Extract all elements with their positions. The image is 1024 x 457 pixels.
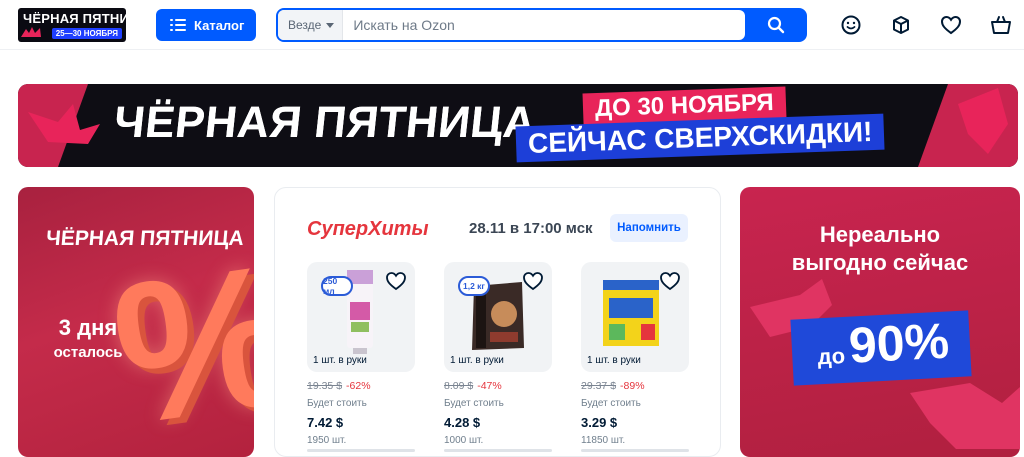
stock-bar: [581, 449, 689, 452]
product-card[interactable]: 250 мл 1 шт. в руки 19.35 $ -62% Будет ст…: [307, 262, 415, 452]
discount-prefix: до: [816, 343, 846, 370]
will-cost-label: Будет стоить: [307, 398, 367, 409]
volume-badge: 250 мл: [321, 276, 353, 296]
product-card[interactable]: 1,2 кг 1 шт. в руки 8.09 $ -47% Будет сто…: [444, 262, 552, 452]
promo-headline-line2: выгодно сейчас: [791, 250, 969, 275]
stock-quantity: 11850 шт.: [581, 435, 626, 446]
discount: -47%: [477, 380, 502, 392]
menu-icon: [170, 19, 186, 31]
sale-price: 3.29 $: [581, 415, 618, 430]
stock-quantity: 1000 шт.: [444, 435, 484, 446]
search-scope-label: Везде: [288, 18, 322, 32]
superhits-card: СуперХиты 28.11 в 17:00 мск Напомнить 25…: [274, 187, 721, 457]
discount: -89%: [620, 380, 645, 392]
sale-price: 7.42 $: [307, 415, 344, 430]
chevron-down-icon: [326, 22, 335, 28]
heart-icon: [940, 15, 962, 35]
stock-bar: [444, 449, 552, 452]
countdown-promo-card[interactable]: ЧЁРНАЯ ПЯТНИЦА % 3 дня осталось: [18, 187, 254, 457]
old-price: 8.09 $: [444, 380, 474, 392]
logo-title: ЧЁРНАЯ ПЯТНИЦА: [23, 11, 126, 26]
promo-headline-line1: Нереально: [819, 222, 941, 247]
weight-badge: 1,2 кг: [458, 276, 490, 296]
sale-promo-card[interactable]: Нереально выгодно сейчас до 90%: [740, 187, 1020, 457]
discount-text: до 90%: [797, 311, 970, 378]
purchase-limit: 1 шт. в руки: [587, 355, 641, 366]
heart-icon[interactable]: [522, 270, 544, 292]
will-cost-label: Будет стоить: [444, 398, 504, 409]
stock-bar: [307, 449, 415, 452]
heart-icon[interactable]: [659, 270, 681, 292]
superhits-logo: СуперХиты: [307, 218, 429, 240]
purchase-limit: 1 шт. в руки: [450, 355, 504, 366]
will-cost-label: Будет стоить: [581, 398, 641, 409]
cart-button[interactable]: [988, 12, 1014, 38]
superhits-start-time: 28.11 в 17:00 мск: [469, 220, 593, 237]
purchase-limit: 1 шт. в руки: [313, 355, 367, 366]
promo-headline: Нереально выгодно сейчас: [740, 221, 1020, 277]
price-row: 29.37 $ -89%: [581, 380, 689, 392]
heart-icon[interactable]: [385, 270, 407, 292]
price-row: 19.35 $ -62%: [307, 380, 415, 392]
cart-icon: [991, 16, 1011, 34]
product-image: 250 мл 1 шт. в руки: [307, 262, 415, 372]
logo-dates: 25—30 НОЯБРЯ: [51, 28, 122, 39]
favorites-button[interactable]: [938, 12, 964, 38]
discount: -62%: [346, 380, 371, 392]
price-row: 8.09 $ -47%: [444, 380, 552, 392]
black-friday-logo[interactable]: ЧЁРНАЯ ПЯТНИЦА 25—30 НОЯБРЯ: [18, 8, 126, 42]
black-friday-banner[interactable]: ЧЁРНАЯ ПЯТНИЦА ДО 30 НОЯБРЯ СЕЙЧАС СВЕРХ…: [18, 84, 1018, 167]
old-price: 29.37 $: [581, 380, 617, 392]
remind-button[interactable]: Напомнить: [610, 214, 688, 242]
box-icon: [893, 16, 909, 34]
header: ЧЁРНАЯ ПЯТНИЦА 25—30 НОЯБРЯ Каталог Везд…: [0, 0, 1024, 50]
days-left-value: 3 дня: [58, 315, 118, 340]
face-icon: [841, 15, 861, 35]
orders-button[interactable]: [888, 12, 914, 38]
product-card[interactable]: 1 шт. в руки 29.37 $ -89% Будет стоить 3.…: [581, 262, 689, 452]
sale-price: 4.28 $: [444, 415, 481, 430]
search-button[interactable]: [745, 8, 807, 42]
search-bar: Везде: [276, 8, 807, 42]
discount-value: 90%: [847, 312, 951, 374]
catalog-label: Каталог: [194, 17, 245, 33]
search-scope-select[interactable]: Везде: [278, 10, 344, 40]
search-input[interactable]: [343, 10, 745, 40]
product-image: 1,2 кг 1 шт. в руки: [444, 262, 552, 372]
search-icon: [767, 16, 785, 34]
bat-figure-icon: [21, 27, 41, 37]
banner-title: ЧЁРНАЯ ПЯТНИЦА: [111, 98, 539, 147]
days-left-label: осталось: [53, 344, 123, 361]
stock-quantity: 1950 шт.: [307, 435, 347, 446]
catalog-button[interactable]: Каталог: [156, 9, 256, 41]
profile-button[interactable]: [838, 12, 864, 38]
old-price: 19.35 $: [307, 380, 343, 392]
product-image: 1 шт. в руки: [581, 262, 689, 372]
